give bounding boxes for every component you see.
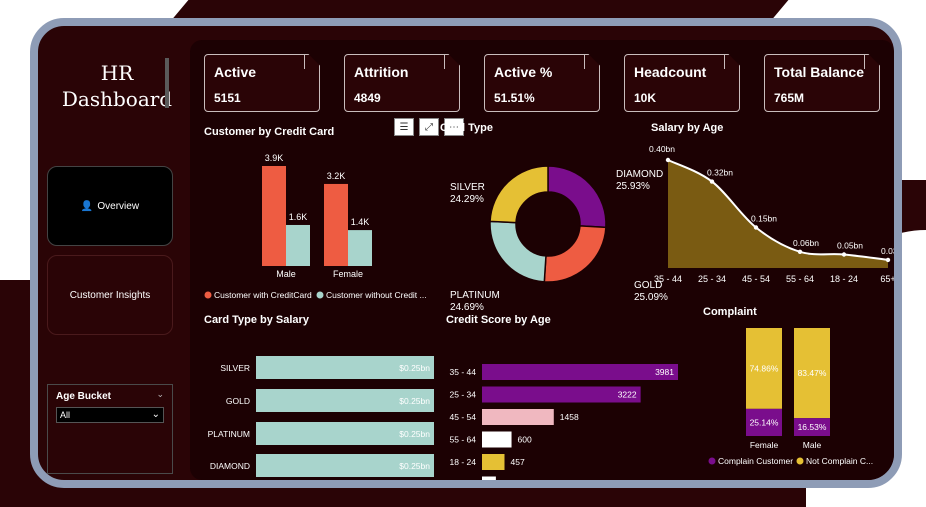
age-bucket-slicer: Age Bucket ⌄ All ⌄ [47, 384, 173, 474]
data-point [841, 252, 847, 257]
data-label: 25.14% [750, 417, 779, 427]
data-label: 0.06bn [793, 238, 819, 248]
data-label: 0.40bn [649, 144, 675, 154]
y-tick-label: 55 - 64 [450, 435, 477, 445]
legend-marker [708, 457, 716, 465]
data-label: 457 [510, 457, 524, 467]
y-tick-label: SILVER [220, 363, 250, 373]
bar-with-creditcard [262, 166, 286, 266]
slice-category-label: DIAMOND [616, 169, 663, 180]
chevron-down-icon: ⌄ [151, 409, 160, 420]
bar-credit-score [482, 431, 512, 448]
data-label: 0.05bn [837, 241, 863, 251]
slice-value-label: 25.09% [634, 292, 668, 303]
slicer-label: Age Bucket [56, 391, 112, 402]
donut-slice-gold [543, 225, 607, 283]
y-tick-label: 65+ [462, 480, 476, 481]
scrollbar[interactable] [896, 46, 901, 120]
data-label: 1.4K [351, 217, 370, 227]
data-label: 600 [518, 435, 532, 445]
x-tick-label: 35 - 44 [654, 274, 682, 284]
data-label: 3.9K [265, 153, 284, 163]
charts-canvas: 3.9K 1.6K Male 3.2K 1.4K Female Customer with … [204, 144, 894, 481]
data-label: 74.86% [750, 363, 779, 373]
x-tick-label: Male [276, 269, 296, 279]
data-label: $0.25bn [399, 429, 430, 439]
dashboard-frame: HR Dashboard 👤 Overview Customer Insight… [30, 18, 902, 488]
title-accent-bar [165, 58, 169, 108]
donut-slice-silver [489, 165, 549, 224]
data-label: 16.53% [798, 422, 827, 432]
data-label: 3981 [655, 367, 674, 377]
data-label: 1458 [560, 412, 579, 422]
x-tick-label: Female [333, 269, 363, 279]
data-point [709, 179, 715, 184]
y-tick-label: 45 - 54 [450, 412, 477, 422]
bar-credit-score [482, 364, 678, 380]
bar-without-creditcard [286, 224, 310, 266]
x-tick-label: 55 - 64 [786, 274, 814, 284]
x-tick-label: 25 - 34 [698, 274, 726, 284]
slice-value-label: 24.69% [450, 302, 484, 313]
data-label: 1.6K [289, 212, 308, 222]
bar-credit-score [482, 476, 496, 480]
y-tick-label: 25 - 34 [450, 390, 477, 400]
slice-category-label: PLATINUM [450, 290, 500, 301]
x-tick-label: Male [803, 440, 822, 450]
data-label: 83.47% [798, 368, 827, 378]
y-tick-label: 18 - 24 [450, 457, 477, 467]
age-bucket-dropdown[interactable]: All ⌄ [56, 407, 164, 423]
salary-area-fill [668, 160, 888, 268]
data-label: $0.25bn [399, 363, 430, 373]
bar-credit-score [482, 454, 505, 470]
title-line-1: HR [100, 61, 134, 85]
x-tick-label: Female [750, 440, 779, 450]
legend-label: Complain Customer [718, 456, 793, 466]
data-label: 282 [502, 480, 516, 481]
donut-slice-diamond [547, 165, 607, 229]
data-point [665, 157, 671, 163]
data-point [753, 225, 759, 230]
bar-without-creditcard [348, 230, 372, 266]
data-label: $0.25bn [399, 461, 430, 471]
data-label: 3.2K [327, 171, 346, 181]
y-tick-label: PLATINUM [208, 429, 250, 439]
y-tick-label: GOLD [226, 396, 250, 406]
data-label: 0.32bn [707, 168, 733, 178]
slice-value-label: 24.29% [450, 194, 484, 205]
data-label: 3222 [618, 390, 637, 400]
data-label: 0.03bn [881, 246, 894, 256]
y-tick-label: 35 - 44 [450, 367, 477, 377]
nav-customer-insights-button[interactable]: Customer Insights [47, 255, 173, 335]
nav-customer-insights-label: Customer Insights [69, 289, 151, 301]
data-label: $0.25bn [399, 396, 430, 406]
title-line-2: Dashboard [61, 87, 173, 111]
nav-overview-button[interactable]: 👤 Overview [47, 166, 173, 246]
legend-marker [796, 457, 804, 465]
x-tick-label: 65+ [880, 274, 894, 284]
x-tick-label: 45 - 54 [742, 274, 770, 284]
slice-category-label: SILVER [450, 182, 485, 193]
x-tick-label: 18 - 24 [830, 274, 858, 284]
donut-slice-platinum [489, 220, 547, 283]
dashboard-title: HR Dashboard [54, 60, 180, 112]
person-icon: 👤 [80, 200, 94, 212]
data-point [885, 257, 891, 263]
legend-label: Not Complain C... [806, 456, 873, 466]
legend-marker [204, 291, 212, 299]
legend-marker [316, 291, 324, 299]
slice-value-label: 25.93% [616, 181, 650, 192]
chevron-down-icon[interactable]: ⌄ [156, 389, 164, 400]
bar-credit-score [482, 409, 554, 425]
legend-label: Customer without Credit ... [326, 290, 427, 300]
data-label: 0.15bn [751, 214, 777, 224]
dropdown-value: All [60, 410, 71, 420]
legend-label: Customer with CreditCard [214, 290, 312, 300]
bar-with-creditcard [324, 183, 348, 266]
data-point [797, 249, 803, 254]
main-canvas: Active 5151 Attrition 4849 Active % 51.5… [190, 40, 894, 480]
y-tick-label: DIAMOND [210, 461, 250, 471]
background-dark-band [171, 0, 789, 20]
nav-overview-label: Overview [97, 200, 140, 212]
